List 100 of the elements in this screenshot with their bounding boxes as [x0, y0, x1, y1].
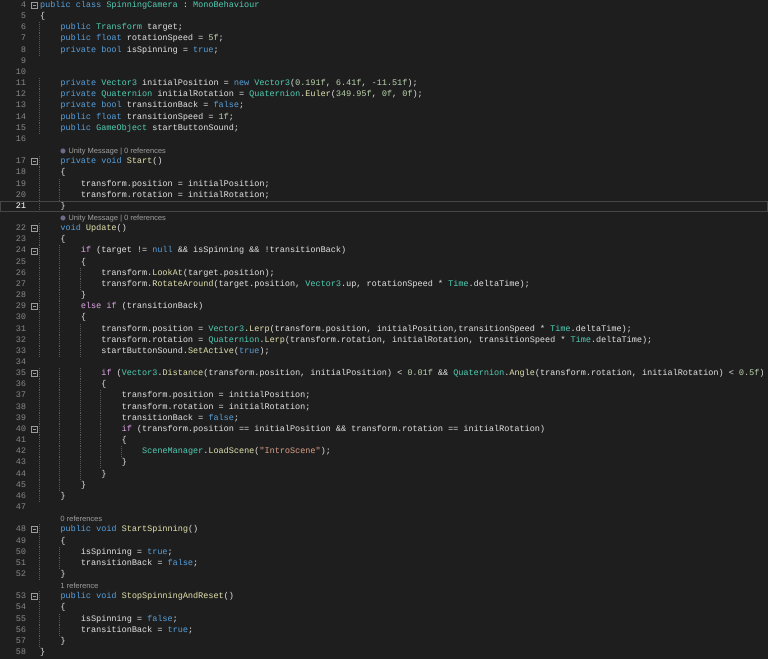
collapse-icon[interactable] — [30, 370, 38, 378]
line-number: 42 — [14, 446, 27, 458]
code-line: transform.RotateAround(target.position, Vector3.up, rotationSpeed * Time.deltaTime); — [40, 278, 530, 290]
line-number: 30 — [14, 312, 27, 324]
line-number: 7 — [20, 33, 27, 45]
code-line: { — [40, 379, 106, 390]
code-line: } — [40, 480, 86, 491]
code-line: } — [40, 490, 66, 502]
line-number: 39 — [14, 412, 27, 424]
line-number: 46 — [14, 490, 27, 502]
line-number: 34 — [14, 357, 27, 368]
line-number: 26 — [14, 268, 27, 279]
line-number: 50 — [14, 546, 27, 558]
code-line: transitionBack = true; — [40, 624, 194, 636]
code-line: } — [40, 457, 127, 469]
collapse-icon[interactable] — [30, 248, 38, 255]
code-line: if (target != null && isSpinning && !transitionBack) — [40, 245, 346, 257]
line-number: 17 — [14, 156, 27, 168]
line-number: 47 — [14, 502, 27, 514]
line-number: 6 — [20, 22, 27, 34]
line-number: 33 — [14, 346, 27, 358]
code-line: { — [40, 167, 66, 179]
code-line: transform.LookAt(target.position); — [40, 268, 275, 279]
line-number: 5 — [20, 11, 27, 22]
line-number: 8 — [20, 44, 27, 56]
code-line: public float rotationSpeed = 5f; — [40, 33, 224, 45]
collapse-icon[interactable] — [30, 2, 38, 10]
code-line: transform.position = Vector3.Lerp(transform.position, initialPosition,transitionSpeed * Time.deltaTime); — [40, 324, 632, 335]
code-line: } — [40, 290, 86, 302]
code-line: public void StopSpinningAndReset() — [40, 591, 234, 602]
line-number: 52 — [14, 568, 27, 580]
collapse-icon[interactable] — [30, 526, 38, 534]
line-number: 53 — [14, 591, 27, 602]
line-number: 31 — [14, 324, 27, 335]
code-line: } — [40, 568, 66, 580]
code-line: { — [40, 536, 66, 547]
code-line: public class SpinningCamera : MonoBehaviour — [40, 0, 260, 12]
line-number: 38 — [14, 402, 27, 413]
collapse-icon[interactable] — [30, 225, 38, 232]
code-line: transform.rotation = Quaternion.Lerp(transform.rotation, initialRotation, transitionSpeed * Time.deltaTime); — [40, 334, 652, 346]
code-line: transitionBack = false; — [40, 558, 198, 569]
line-number: 48 — [14, 524, 27, 536]
line-number: 44 — [14, 468, 27, 480]
code-line: } — [40, 468, 106, 480]
code-line: { — [40, 312, 86, 324]
line-number: 13 — [14, 100, 27, 112]
code-line: } — [40, 200, 66, 212]
line-number: 58 — [14, 647, 27, 658]
line-number: 11 — [14, 78, 27, 90]
line-number: 51 — [14, 558, 27, 569]
code-line: public Transform target; — [40, 22, 183, 34]
line-number: 35 — [14, 368, 27, 380]
code-line: private bool isSpinning = true; — [40, 44, 219, 56]
line-number: 43 — [14, 457, 27, 469]
line-number: 18 — [14, 167, 27, 179]
code-line: } — [40, 636, 66, 648]
line-number: 55 — [14, 614, 27, 625]
line-number: 4 — [20, 0, 27, 12]
code-line: private Quaternion initialRotation = Quaternion.Euler(349.95f, 0f, 0f); — [40, 89, 423, 100]
code-line: { — [40, 435, 127, 446]
code-line: void Update() — [40, 223, 127, 234]
code-line: { — [40, 602, 66, 614]
code-line: transform.rotation = initialRotation; — [40, 402, 310, 413]
line-number: 56 — [14, 624, 27, 636]
line-number: 27 — [14, 278, 27, 290]
line-number: 14 — [14, 112, 27, 123]
code-line: transform.rotation = initialRotation; — [40, 190, 270, 201]
code-line: isSpinning = false; — [40, 614, 178, 625]
code-line: startButtonSound.SetActive(true); — [40, 346, 270, 358]
line-number: 21 — [14, 200, 27, 212]
code-line: public void StartSpinning() — [40, 524, 198, 536]
line-number: 40 — [14, 424, 27, 436]
line-number: 23 — [14, 234, 27, 246]
code-line: transitionBack = false; — [40, 412, 239, 424]
code-line: public GameObject startButtonSound; — [40, 122, 239, 134]
code-line: isSpinning = true; — [40, 546, 173, 558]
line-number: 29 — [14, 301, 27, 312]
line-number: 12 — [14, 89, 27, 100]
line-number: 36 — [14, 379, 27, 390]
code-line: SceneManager.LoadScene("IntroScene"); — [40, 446, 331, 458]
line-number: 24 — [14, 245, 27, 257]
collapse-icon[interactable] — [30, 303, 38, 310]
code-line: private bool transitionBack = false; — [40, 100, 244, 112]
line-number: 25 — [14, 256, 27, 268]
collapse-icon[interactable] — [30, 158, 38, 166]
line-number: 15 — [14, 122, 27, 134]
collapse-icon[interactable] — [30, 426, 38, 434]
line-number: 32 — [14, 334, 27, 346]
line-number: 22 — [14, 223, 27, 234]
line-number: 9 — [20, 56, 27, 67]
code-line: { — [40, 234, 66, 246]
collapse-icon[interactable] — [30, 593, 38, 600]
code-line: private Vector3 initialPosition = new Vector3(0.191f, 6.41f, -11.51f); — [40, 78, 418, 90]
line-number: 20 — [14, 190, 27, 201]
code-line: } — [40, 647, 46, 658]
code-line: public float transitionSpeed = 1f; — [40, 112, 234, 123]
line-number: 54 — [14, 602, 27, 614]
code-line: if (Vector3.Distance(transform.position, initialPosition) < 0.01f && Quaternion.Angle(transform.rotation, initialRotation) < 0.5f) — [40, 368, 764, 380]
line-number: 41 — [14, 435, 27, 446]
code-line: transform.position = initialPosition; — [40, 178, 270, 190]
